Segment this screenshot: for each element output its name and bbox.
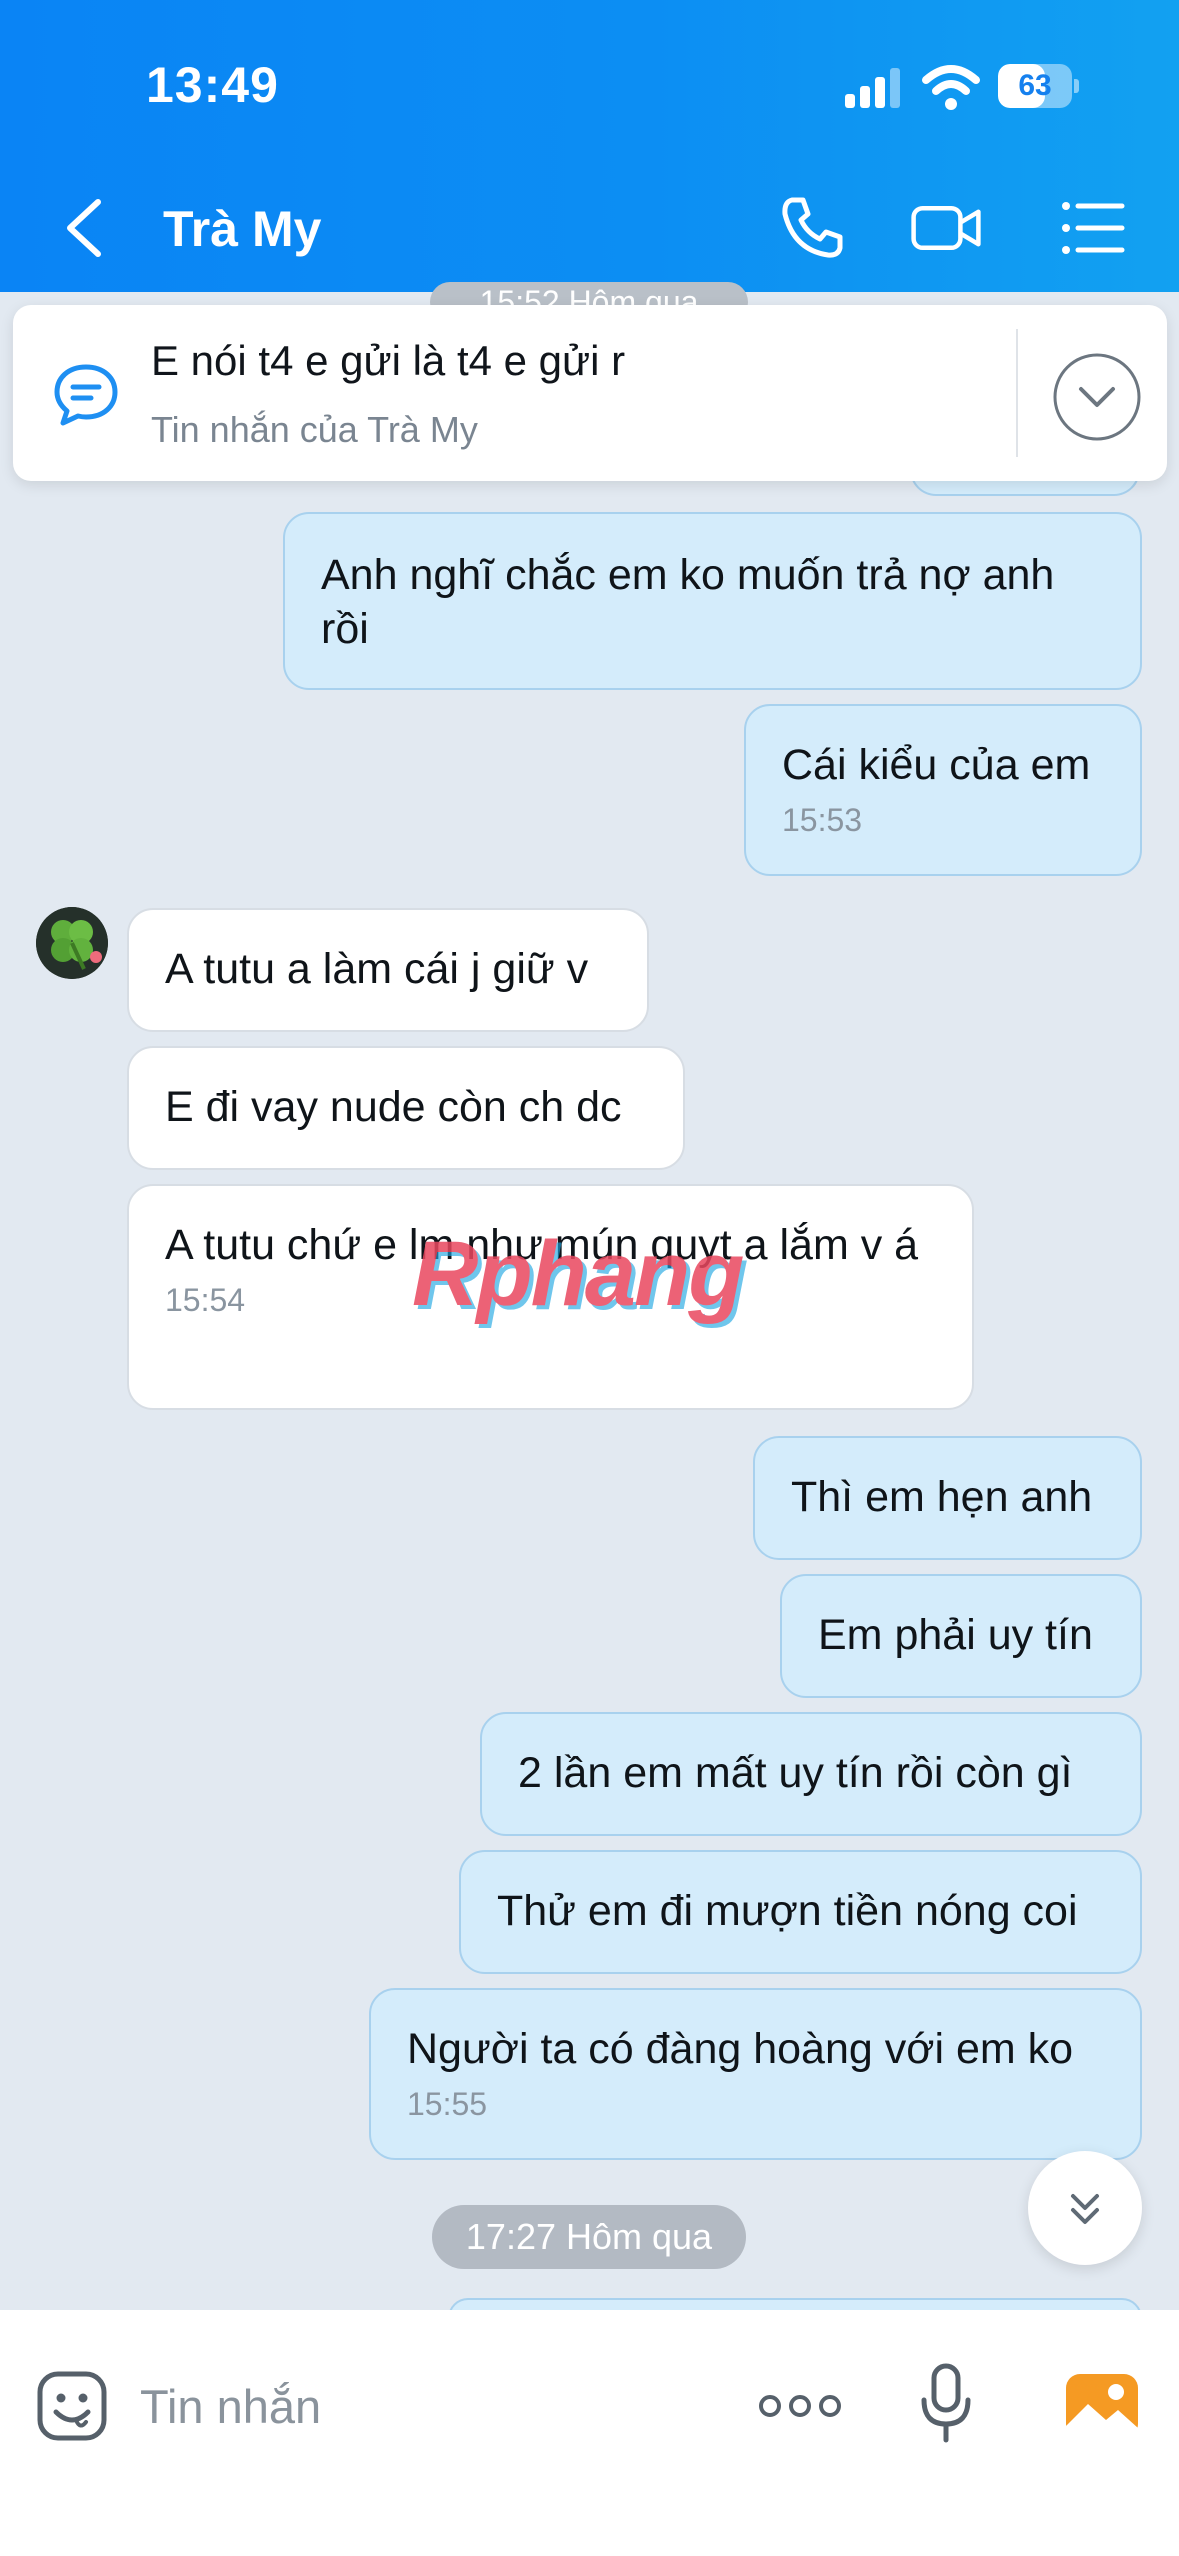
pinned-message-sender: Tin nhắn của Trà My	[151, 409, 478, 450]
message-bubble-outgoing[interactable]: Em phải uy tín	[780, 1574, 1142, 1698]
microphone-icon[interactable]	[918, 2362, 974, 2446]
expand-chevron-icon[interactable]	[1051, 351, 1143, 443]
message-text: Cái kiểu của em	[782, 741, 1091, 789]
message-text: Em phải uy tín	[818, 1611, 1093, 1659]
contact-name[interactable]: Trà My	[163, 200, 321, 258]
more-options-icon[interactable]	[758, 2388, 842, 2424]
message-timestamp: 15:55	[407, 2086, 488, 2122]
clover-avatar-icon	[36, 907, 108, 979]
message-bubble-icon	[54, 364, 118, 426]
message-text: 2 lần em mất uy tín rồi còn gì	[518, 1749, 1073, 1797]
message-bubble-outgoing[interactable]: Thì em hẹn anh	[753, 1436, 1142, 1560]
contact-avatar[interactable]	[36, 907, 108, 979]
wifi-icon	[922, 65, 980, 110]
message-composer	[0, 2310, 1179, 2556]
message-text: Anh nghĩ chắc em ko muốn trả nợ anh rồi	[321, 551, 1055, 653]
pinned-message-text: E nói t4 e gửi là t4 e gửi r	[151, 337, 626, 384]
image-gallery-icon[interactable]	[1064, 2370, 1140, 2442]
battery-indicator: 63	[998, 64, 1079, 108]
battery-percent: 63	[1018, 69, 1052, 102]
message-text: Thì em hẹn anh	[791, 1473, 1093, 1521]
message-bubble-incoming[interactable]: A tutu a làm cái j giữ v	[127, 908, 649, 1032]
chat-header: 13:49 63 Trà My	[0, 0, 1179, 292]
scroll-to-bottom-button[interactable]	[1028, 2151, 1142, 2265]
message-text: A tutu a làm cái j giữ v	[165, 945, 589, 993]
message-bubble-outgoing[interactable]: Thử em đi mượn tiền nóng coi	[459, 1850, 1142, 1974]
back-button[interactable]	[56, 196, 116, 260]
menu-list-icon[interactable]	[1058, 192, 1130, 264]
message-bubble-outgoing[interactable]: Cái kiểu của em 15:53	[744, 704, 1142, 876]
message-text: Người ta có đàng hoàng với em ko	[407, 2025, 1074, 2073]
message-bubble-outgoing[interactable]: Anh nghĩ chắc em ko muốn trả nợ anh rồi	[283, 512, 1142, 690]
phone-call-icon[interactable]	[776, 192, 848, 264]
message-text: E đi vay nude còn ch dc	[165, 1083, 622, 1131]
message-bubble-outgoing[interactable]: Người ta có đàng hoàng với em ko 15:55	[369, 1988, 1142, 2160]
divider	[1016, 329, 1018, 457]
watermark-logo: Rphang	[412, 1223, 744, 1325]
status-time: 13:49	[146, 57, 279, 113]
message-input[interactable]	[140, 2370, 720, 2442]
pinned-message-card[interactable]: E nói t4 e gửi là t4 e gửi r Tin nhắn củ…	[13, 305, 1167, 481]
message-bubble-outgoing[interactable]: 2 lần em mất uy tín rồi còn gì	[480, 1712, 1142, 1836]
cellular-signal-icon	[845, 68, 900, 108]
message-timestamp: 15:53	[782, 802, 863, 838]
sticker-emoji-icon[interactable]	[36, 2370, 108, 2442]
double-chevron-down-icon	[1071, 2194, 1099, 2224]
message-bubble-incoming[interactable]: E đi vay nude còn ch dc	[127, 1046, 685, 1170]
message-text: Thử em đi mượn tiền nóng coi	[497, 1887, 1078, 1935]
video-call-icon[interactable]	[910, 192, 982, 264]
date-separator: 17:27 Hôm qua	[432, 2205, 746, 2269]
